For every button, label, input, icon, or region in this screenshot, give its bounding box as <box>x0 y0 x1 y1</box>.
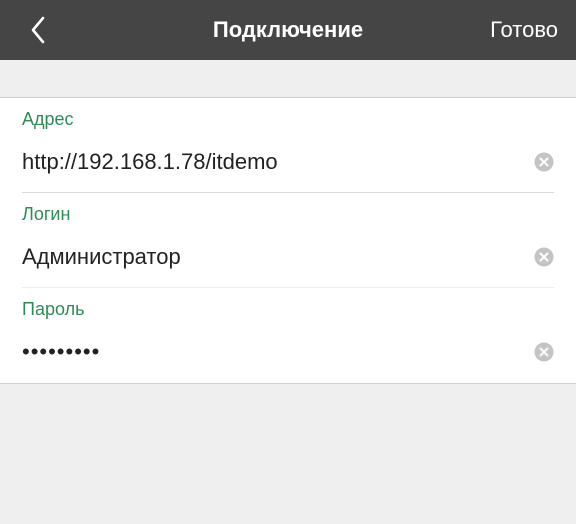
address-input[interactable]: http://192.168.1.78/itdemo <box>22 147 502 177</box>
clear-icon <box>534 247 554 267</box>
clear-password-button[interactable] <box>534 342 554 362</box>
address-field: Адрес http://192.168.1.78/itdemo <box>22 98 554 193</box>
clear-icon <box>534 152 554 172</box>
login-input[interactable]: Администратор <box>22 242 502 272</box>
password-field: Пароль ••••••••• <box>22 288 554 383</box>
login-label: Логин <box>22 204 71 224</box>
password-input[interactable]: ••••••••• <box>22 337 502 367</box>
clear-login-button[interactable] <box>534 247 554 267</box>
chevron-left-icon <box>31 16 45 44</box>
address-label: Адрес <box>22 109 74 129</box>
back-button[interactable] <box>26 14 52 46</box>
top-bar: Подключение Готово <box>0 0 576 60</box>
clear-address-button[interactable] <box>534 152 554 172</box>
login-field: Логин Администратор <box>22 193 554 288</box>
password-label: Пароль <box>22 299 85 319</box>
done-button[interactable]: Готово <box>490 0 558 60</box>
clear-icon <box>534 342 554 362</box>
connection-form: Адрес http://192.168.1.78/itdemo Логин А… <box>0 97 576 384</box>
